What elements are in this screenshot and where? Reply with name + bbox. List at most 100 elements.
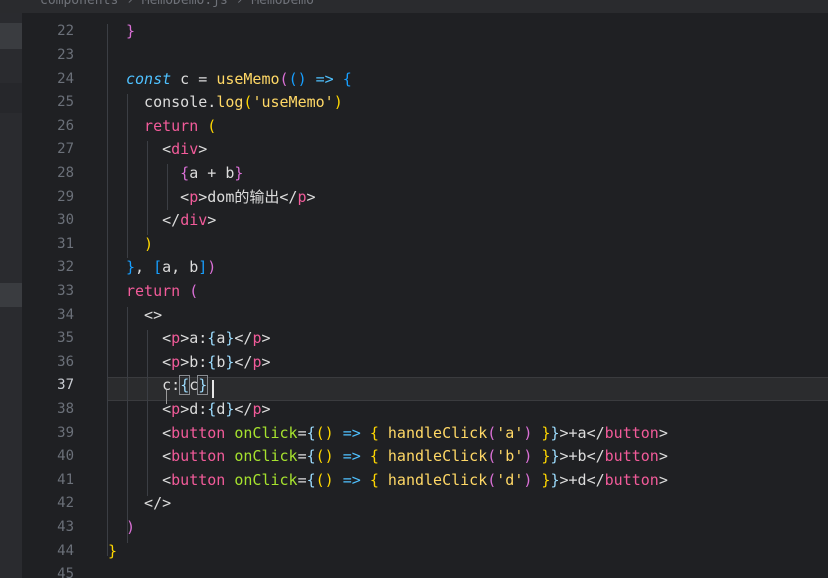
code-line[interactable]: <button onClick={() => { handleClick('b'… [126, 445, 668, 469]
line-number: 35 [57, 330, 74, 347]
code-token: ) [207, 258, 217, 277]
code-token: { [207, 352, 217, 371]
code-token: button [171, 423, 226, 442]
line-number: 33 [57, 283, 74, 299]
code-token: p [171, 329, 181, 348]
code-line[interactable]: <button onClick={() => { handleClick('a'… [126, 422, 668, 446]
code-token: => [333, 470, 370, 489]
code-line[interactable]: console.log('useMemo') [126, 91, 343, 115]
code-token: < [126, 400, 172, 418]
code-token: </> [126, 494, 172, 513]
code-line[interactable]: ) [126, 516, 135, 540]
code-token: >a: [180, 329, 208, 348]
code-token: > [207, 211, 217, 230]
line-number: 32 [57, 259, 74, 276]
code-token: >+a</ [559, 423, 605, 442]
code-token: button [171, 470, 226, 489]
code-line[interactable]: <> [126, 304, 162, 328]
code-token: { [306, 470, 316, 489]
code-token: <> [126, 305, 163, 324]
code-token: () [315, 423, 334, 442]
code-line[interactable]: const c = useMemo(() => { [126, 68, 352, 92]
code-token: < [126, 423, 172, 442]
code-token: = [297, 447, 307, 466]
code-line[interactable]: ) [126, 233, 153, 257]
code-token: </ [234, 329, 253, 348]
code-token: { [179, 375, 191, 396]
code-token: 'useMemo' [252, 93, 334, 112]
code-token: = [297, 423, 307, 442]
code-token: > [261, 400, 271, 418]
code-token: p [171, 352, 181, 371]
code-token: () [315, 470, 334, 489]
code-token: b [216, 352, 226, 371]
code-token: c = [171, 69, 217, 88]
code-token: p [171, 400, 181, 418]
line-number: 27 [57, 141, 74, 158]
code-token: ( [487, 423, 497, 442]
code-line[interactable]: <p>a:{a}</p> [126, 327, 270, 351]
code-token: => [306, 69, 343, 88]
code-token: c: [126, 376, 181, 395]
code-token: , [135, 258, 154, 277]
code-token: > [658, 423, 668, 442]
code-token: ( [189, 282, 199, 300]
code-token: ] [198, 258, 208, 277]
code-line[interactable]: <p>b:{b}</p> [126, 351, 271, 375]
code-token: } [550, 423, 560, 442]
line-number: 41 [57, 471, 74, 488]
code-token: ( [279, 69, 289, 88]
code-token: { [342, 69, 352, 88]
line-number: 37 [57, 377, 74, 394]
code-line[interactable]: <div> [126, 138, 207, 162]
code-editor-window: components › MemoDemo.js › MemoDemo 22 23… [0, 0, 828, 578]
code-token: = [297, 470, 307, 489]
code-line[interactable]: }, [a, b]) [126, 256, 216, 280]
code-token: { [306, 423, 316, 442]
line-number: 44 [57, 542, 74, 559]
breadcrumb[interactable]: components › MemoDemo.js › MemoDemo [40, 0, 314, 8]
code-token: button [604, 470, 659, 489]
code-token: >d: [180, 400, 208, 418]
line-number: 30 [57, 212, 74, 229]
code-line[interactable]: <p>dom的输出</p> [126, 186, 316, 210]
code-line[interactable]: </div> [126, 209, 216, 233]
code-token: ) [126, 234, 154, 253]
line-number: 45 [57, 566, 74, 578]
mouse-ibeam-cursor [166, 390, 167, 404]
line-number: 34 [57, 306, 74, 323]
line-number: 26 [57, 117, 74, 134]
code-token: { [306, 447, 316, 466]
code-token: log [216, 93, 244, 112]
code-token: > [261, 352, 271, 371]
text-caret [212, 380, 214, 398]
sidebar-strip[interactable] [0, 13, 22, 578]
code-line[interactable]: </> [126, 492, 171, 516]
code-token: a + b [189, 164, 235, 182]
code-token: { [369, 423, 379, 442]
code-token: 'a' [496, 423, 524, 442]
code-line[interactable]: <button onClick={() => { handleClick('d'… [126, 469, 668, 493]
code-token: ( [487, 470, 497, 489]
code-token: a [216, 329, 226, 348]
code-line[interactable]: {a + b} [126, 162, 243, 186]
line-number: 42 [57, 495, 74, 512]
code-token: button [604, 447, 659, 466]
code-token: } [108, 541, 118, 560]
code-token: c [189, 376, 199, 395]
code-line[interactable]: <p>d:{d}</p> [126, 398, 271, 422]
code-line[interactable]: } [108, 540, 117, 564]
code-token: return [126, 116, 208, 135]
code-token: onClick [225, 423, 298, 442]
code-line[interactable]: return ( [126, 280, 198, 304]
code-token: < [126, 329, 172, 348]
code-token: => [333, 423, 370, 442]
line-number: 24 [57, 70, 74, 87]
code-line[interactable]: return ( [126, 115, 216, 139]
code-token: > [306, 187, 316, 206]
line-number: 40 [57, 448, 74, 465]
code-token: < [126, 140, 172, 159]
code-token: } [126, 258, 136, 277]
code-line[interactable]: } [126, 20, 135, 44]
code-token: </ [234, 400, 253, 418]
